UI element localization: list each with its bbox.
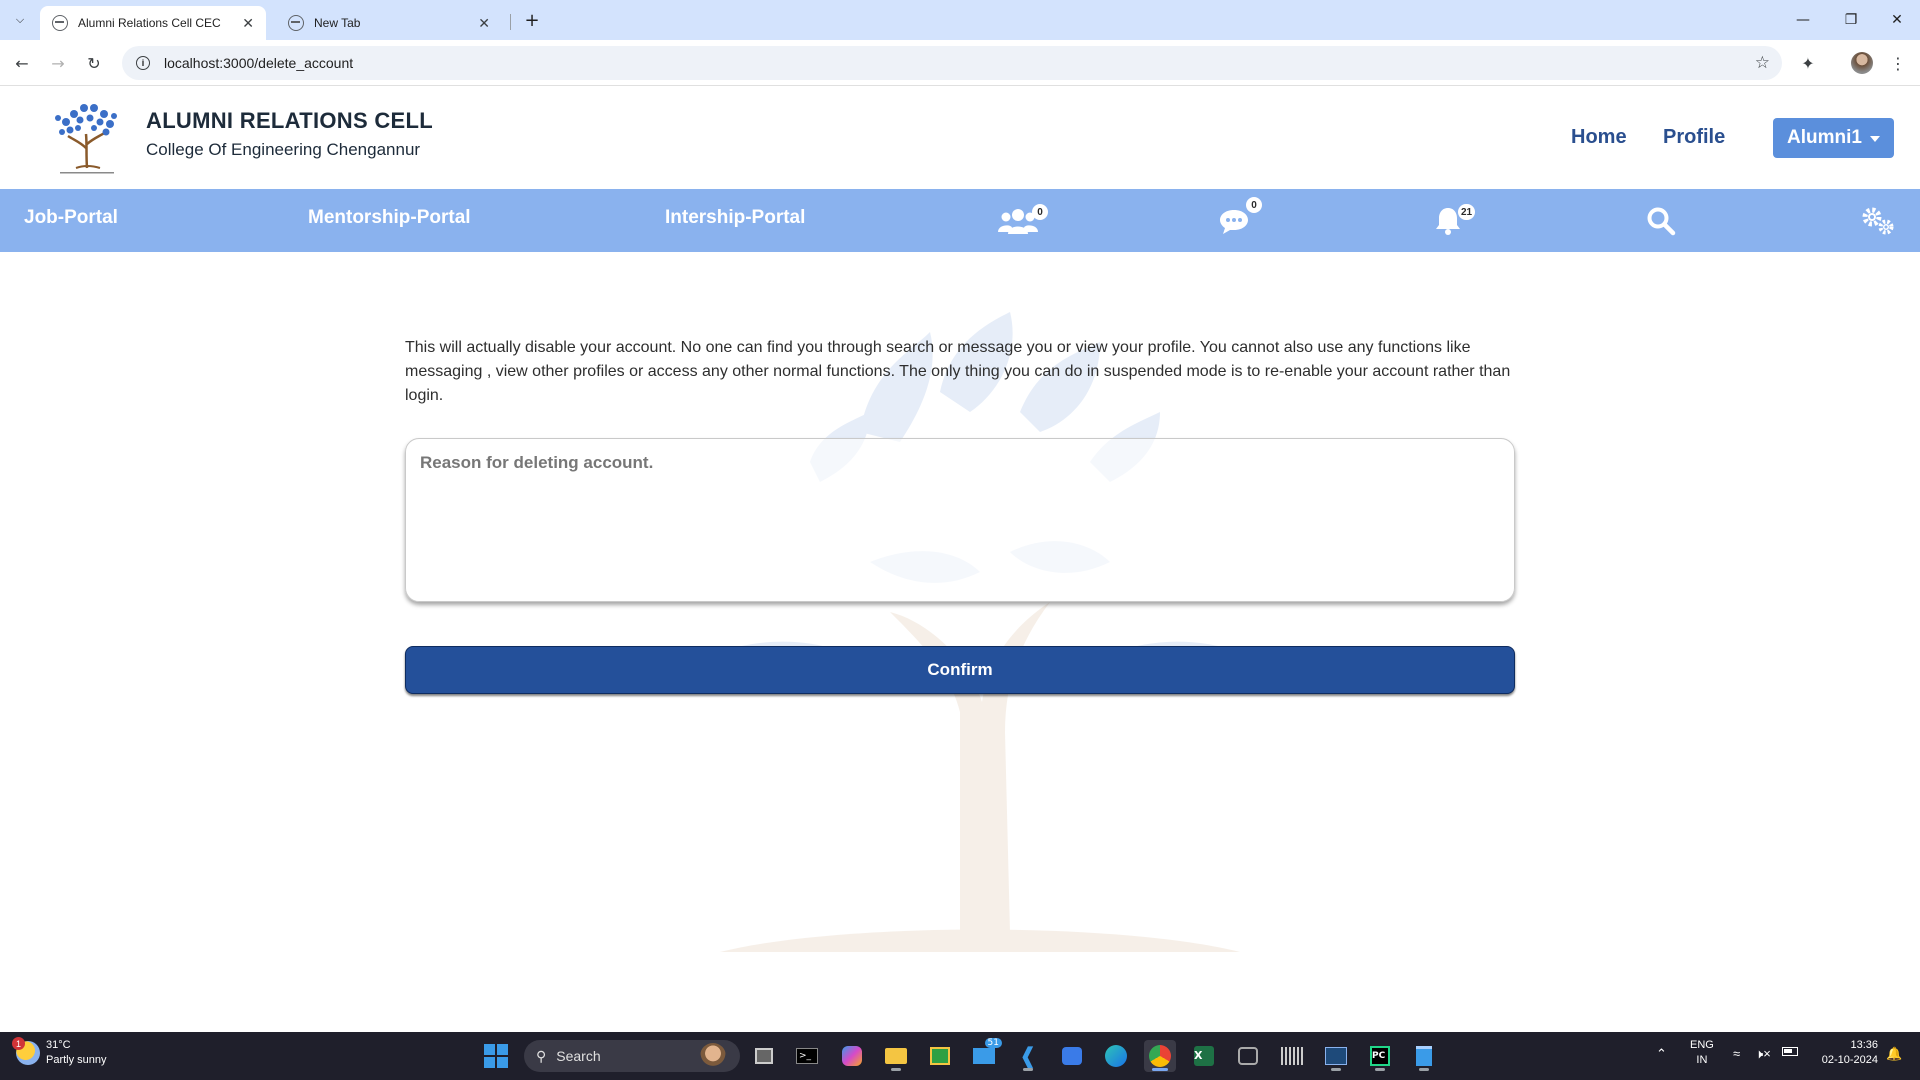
messages-nav-button[interactable]: 0 — [1218, 197, 1268, 243]
caret-down-icon — [1869, 136, 1880, 142]
search-icon — [1647, 207, 1676, 236]
notifications-nav-button[interactable]: 21 — [1434, 199, 1484, 243]
account-disable-notice: This will actually disable your account.… — [405, 339, 1511, 404]
user-menu-dropdown[interactable]: Alumni1 — [1773, 118, 1894, 158]
screen-capture-icon[interactable] — [1232, 1040, 1264, 1072]
job-portal-link[interactable]: Job-Portal — [24, 207, 118, 229]
internship-portal-link[interactable]: Intership-Portal — [665, 207, 805, 229]
start-button[interactable] — [480, 1040, 512, 1072]
connections-nav-button[interactable]: 0 — [998, 199, 1058, 243]
taskbar-search[interactable]: ⚲ Search — [524, 1040, 740, 1072]
tab-search-chevron-icon[interactable]: ⌵ — [8, 8, 32, 32]
photos-app-icon[interactable] — [924, 1040, 956, 1072]
search-icon: ⚲ — [536, 1047, 547, 1064]
notifications-count-badge: 21 — [1458, 204, 1476, 220]
battery-icon[interactable] — [1782, 1047, 1798, 1056]
minimize-icon[interactable]: — — [1780, 0, 1826, 40]
chrome-icon[interactable] — [1144, 1040, 1176, 1072]
vscode-icon[interactable]: ❰ — [1012, 1040, 1044, 1072]
reason-textarea[interactable] — [405, 438, 1515, 602]
close-tab-icon[interactable]: ✕ — [478, 15, 490, 32]
browser-menu-icon[interactable]: ⋮ — [1884, 49, 1912, 77]
task-view-icon[interactable] — [748, 1040, 780, 1072]
app-window-icon[interactable] — [1320, 1040, 1352, 1072]
language-code: ENG — [1690, 1039, 1714, 1051]
search-nav-button[interactable] — [1646, 199, 1678, 243]
show-hidden-icons-chevron-icon[interactable]: ⌃ — [1656, 1046, 1667, 1061]
browser-tab-strip: ⌵ Alumni Relations Cell CEC ✕ New Tab ✕ … — [0, 0, 1920, 40]
partly-sunny-icon: 1 — [12, 1037, 40, 1065]
weather-description: Partly sunny — [46, 1054, 107, 1066]
speaker-muted-icon[interactable]: 🕨× — [1755, 1046, 1771, 1061]
mail-icon[interactable]: 51 — [968, 1038, 1002, 1072]
clock-time: 13:36 — [1850, 1039, 1878, 1051]
url-text[interactable]: localhost:3000/delete_account — [164, 55, 353, 71]
site-info-icon[interactable]: i — [136, 56, 150, 70]
new-tab-button[interactable]: + — [520, 8, 544, 32]
windows-taskbar: 1 31°C Partly sunny ⚲ Search >_ 51 ❰ X P… — [0, 1032, 1920, 1080]
bookmark-star-icon[interactable]: ☆ — [1755, 53, 1770, 73]
search-highlight-image — [700, 1043, 726, 1069]
brand-title: ALUMNI RELATIONS CELL — [146, 108, 433, 133]
browser-tab-active[interactable]: Alumni Relations Cell CEC ✕ — [40, 6, 266, 40]
back-icon[interactable]: ← — [8, 49, 36, 77]
settings-nav-button[interactable] — [1860, 199, 1900, 243]
browser-toolbar: ← → ↻ i localhost:3000/delete_account ☆ … — [0, 40, 1920, 86]
terminal-icon[interactable]: >_ — [791, 1040, 823, 1072]
weather-widget[interactable]: 1 31°C Partly sunny — [12, 1037, 107, 1068]
portal-navbar: Job-Portal Mentorship-Portal Intership-P… — [0, 189, 1920, 252]
tab-divider — [510, 14, 511, 30]
wifi-icon[interactable]: ≈ — [1733, 1046, 1740, 1061]
edge-icon[interactable] — [1100, 1040, 1132, 1072]
address-bar[interactable]: i localhost:3000/delete_account ☆ — [122, 46, 1782, 80]
notepad-icon[interactable] — [1408, 1040, 1440, 1072]
mail-count-badge: 51 — [984, 1038, 1002, 1048]
gears-icon — [1862, 207, 1894, 235]
user-menu-label: Alumni1 — [1787, 127, 1862, 148]
weather-alert-badge: 1 — [12, 1037, 25, 1050]
mentorship-portal-link[interactable]: Mentorship-Portal — [308, 207, 471, 229]
extensions-icon[interactable]: ✦ — [1794, 49, 1822, 77]
file-explorer-icon[interactable] — [880, 1040, 912, 1072]
profile-avatar[interactable] — [1848, 49, 1876, 77]
language-indicator[interactable]: ENG IN — [1690, 1038, 1714, 1068]
region-code: IN — [1696, 1054, 1708, 1066]
excel-icon[interactable]: X — [1188, 1040, 1220, 1072]
site-header: ALUMNI RELATIONS CELL College Of Enginee… — [0, 86, 1920, 189]
chat-icon — [1220, 210, 1248, 234]
forward-icon[interactable]: → — [44, 49, 72, 77]
notification-bell-icon[interactable]: 🔔 — [1886, 1046, 1902, 1061]
windows-logo-icon — [484, 1044, 508, 1068]
barcode-app-icon[interactable] — [1276, 1040, 1308, 1072]
store-lock-icon[interactable] — [1056, 1040, 1088, 1072]
clock-date: 02-10-2024 — [1821, 1054, 1878, 1066]
close-tab-icon[interactable]: ✕ — [242, 15, 254, 32]
home-link[interactable]: Home — [1571, 126, 1627, 149]
clock[interactable]: 13:36 02-10-2024 — [1812, 1038, 1878, 1068]
profile-link[interactable]: Profile — [1663, 126, 1725, 149]
globe-icon — [52, 15, 68, 31]
alumni-tree-logo-icon — [55, 104, 117, 174]
restore-icon[interactable]: ❐ — [1828, 0, 1874, 40]
tab-title: Alumni Relations Cell CEC — [78, 16, 221, 30]
copilot-icon[interactable] — [836, 1040, 868, 1072]
messages-count-badge: 0 — [1246, 197, 1262, 213]
close-window-icon[interactable]: ✕ — [1874, 0, 1920, 40]
delete-account-page: This will actually disable your account.… — [0, 252, 1920, 1032]
browser-tab-inactive[interactable]: New Tab ✕ — [276, 6, 502, 40]
confirm-button[interactable]: Confirm — [405, 646, 1515, 694]
reload-icon[interactable]: ↻ — [80, 49, 108, 77]
tab-title: New Tab — [314, 16, 361, 30]
pycharm-icon[interactable]: PC — [1364, 1040, 1396, 1072]
taskbar-search-label: Search — [556, 1048, 601, 1064]
tree-watermark-icon — [720, 312, 1240, 952]
brand-subtitle: College Of Engineering Chengannur — [146, 140, 421, 159]
connections-count-badge: 0 — [1032, 204, 1048, 220]
globe-icon — [288, 15, 304, 31]
weather-temperature: 31°C — [46, 1039, 71, 1051]
